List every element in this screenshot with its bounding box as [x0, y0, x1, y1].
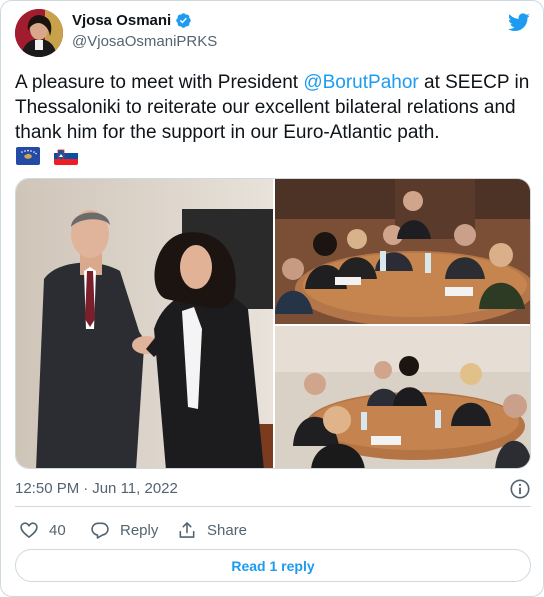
reply-button[interactable]: Reply: [90, 516, 158, 544]
share-button[interactable]: Share: [177, 516, 247, 544]
info-icon[interactable]: [509, 478, 531, 500]
mention-link[interactable]: @BorutPahor: [303, 72, 418, 93]
like-button[interactable]: 40: [19, 516, 66, 544]
flag-emojis: [16, 147, 88, 165]
share-label: Share: [207, 521, 248, 539]
divider: [15, 506, 531, 507]
profile-avatar[interactable]: [15, 9, 63, 57]
tweet-body: A pleasure to meet with President @Borut…: [15, 70, 531, 145]
twitter-bird-icon[interactable]: [507, 11, 531, 33]
timestamp-separator: ·: [83, 480, 89, 497]
handshake-photo[interactable]: [16, 179, 273, 468]
tweet-header: Vjosa Osmani @VjosaOsmaniPRKS: [15, 9, 531, 57]
reply-icon: [91, 522, 109, 539]
flag-slovenia-icon: [54, 147, 79, 165]
tweet-date: Jun 11, 2022: [92, 480, 178, 497]
author-handle[interactable]: @VjosaOsmaniPRKS: [72, 33, 217, 50]
like-count: 40: [49, 521, 66, 539]
verified-badge-icon: [176, 13, 191, 29]
share-icon: [179, 522, 195, 538]
tweet-text-before: A pleasure to meet with President: [15, 72, 304, 93]
tweet-time: 12:50 PM: [15, 480, 80, 497]
author-display-name[interactable]: Vjosa Osmani: [72, 12, 171, 29]
tweet-media-grid: [15, 178, 531, 469]
tweet-timestamp[interactable]: 12:50 PM · Jun 11, 2022: [15, 480, 178, 497]
meeting-table-photo-1[interactable]: [275, 179, 530, 324]
reply-label: Reply: [120, 521, 159, 539]
tweet-actions: 40 Reply Share: [15, 516, 531, 544]
tweet-card: Vjosa Osmani @VjosaOsmaniPRKS A pleasure…: [0, 0, 544, 597]
author-names: Vjosa Osmani @VjosaOsmaniPRKS: [72, 12, 217, 50]
meeting-table-photo-2[interactable]: [275, 326, 530, 468]
read-reply-button[interactable]: Read 1 reply: [15, 549, 531, 582]
flag-kosovo-icon: [16, 147, 40, 165]
heart-icon: [20, 522, 38, 539]
